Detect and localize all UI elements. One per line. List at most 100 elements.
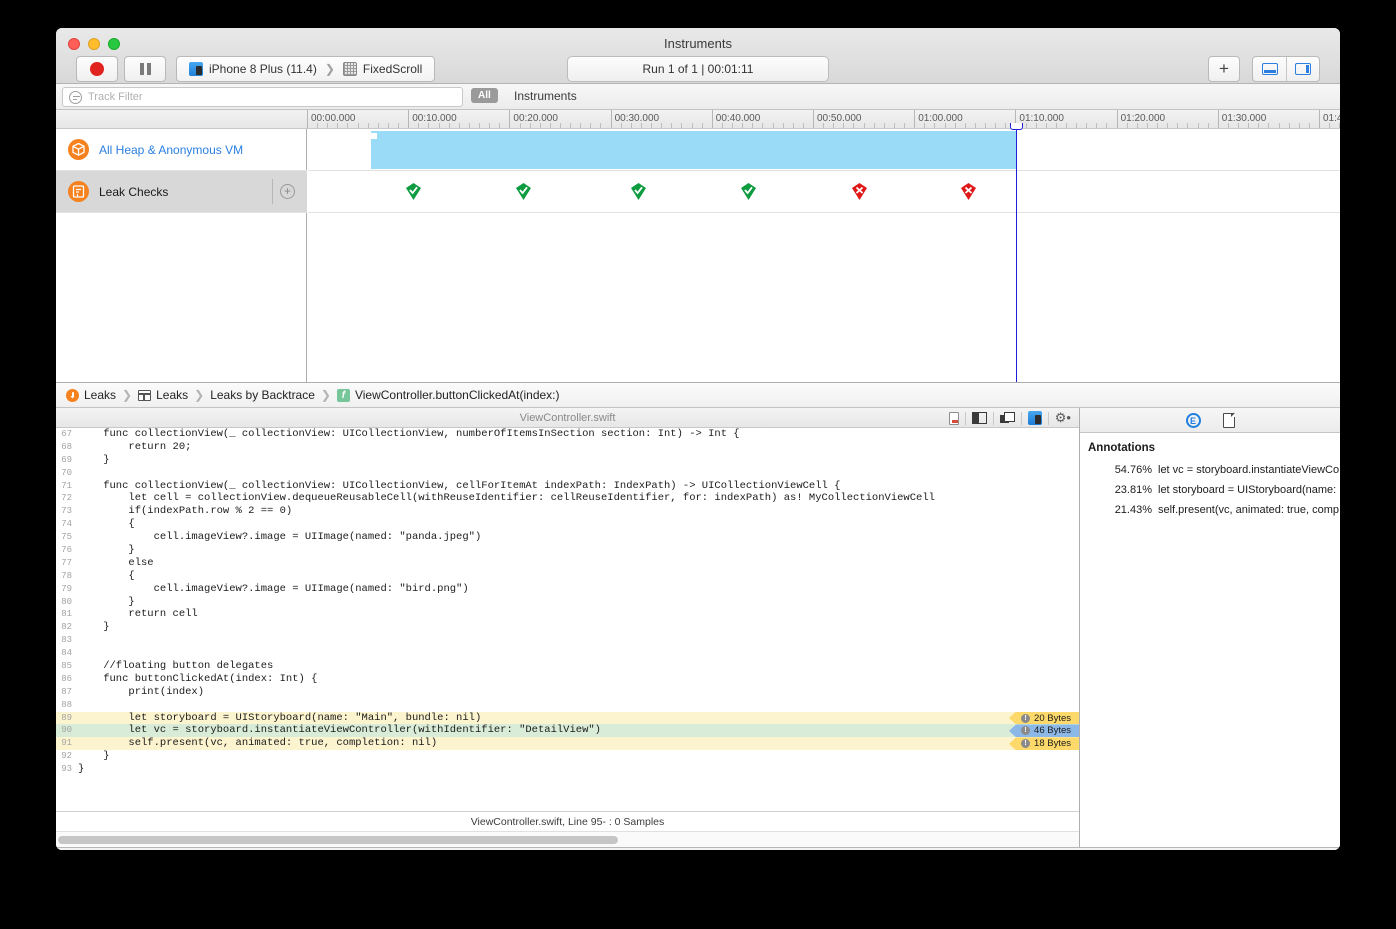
target-icon <box>342 62 357 76</box>
assistant-windows-icon[interactable] <box>999 412 1015 424</box>
ruler-minor-tick <box>630 123 632 128</box>
extended-detail-icon[interactable]: E <box>1185 412 1201 428</box>
record-button[interactable] <box>76 56 118 82</box>
xcode-icon[interactable] <box>1027 411 1042 425</box>
leak-check-fail-icon[interactable] <box>852 183 867 200</box>
ruler-minor-tick <box>418 123 420 128</box>
time-ruler[interactable]: 00:00.000 00:10.000 00:20.000 00:30.000 00:4… <box>56 110 1340 129</box>
breadcrumb-item-leaks[interactable]: Leaks <box>156 388 188 402</box>
doc-icon[interactable] <box>948 411 959 425</box>
inspector-tabs: E <box>1080 408 1340 433</box>
code-line[interactable]: 72 let cell = collectionView.dequeueReus… <box>56 492 1079 505</box>
gear-dropdown-icon[interactable]: ⚙• <box>1055 410 1071 426</box>
playhead-handle[interactable] <box>1010 123 1024 130</box>
console-doc-icon[interactable] <box>1222 412 1235 428</box>
code-line[interactable]: 93} <box>56 763 1079 776</box>
annotation-row[interactable]: 21.43% self.present(vc, animated: true, c… <box>1080 500 1340 520</box>
memory-badge[interactable]: ! 18 Bytes <box>1009 737 1079 751</box>
code-line[interactable]: 73 if(indexPath.row % 2 == 0) <box>56 505 1079 518</box>
ruler-minor-tick <box>1329 123 1331 128</box>
leak-check-pass-icon[interactable] <box>406 183 421 200</box>
breadcrumb-item-leaks-by-backtrace[interactable]: Leaks by Backtrace <box>210 388 315 402</box>
code-line[interactable]: 75 cell.imageView?.image = UIImage(named… <box>56 531 1079 544</box>
ruler-minor-tick <box>995 123 997 128</box>
scrollbar-thumb[interactable] <box>58 836 618 844</box>
lane-all-heap[interactable] <box>308 129 1340 171</box>
code-line[interactable]: 90 let vc = storyboard.instantiateViewCo… <box>56 724 1079 738</box>
annotation-row[interactable]: 54.76% let vc = storyboard.instantiateVie… <box>1080 460 1340 480</box>
ruler-minor-tick <box>1187 123 1189 128</box>
lane-leak-checks[interactable] <box>308 171 1340 213</box>
code-line[interactable]: 71 func collectionView(_ collectionView:… <box>56 480 1079 493</box>
annotation-row[interactable]: 23.81% let storyboard = UIStoryboard(name… <box>1080 480 1340 500</box>
ruler-minor-tick <box>1268 123 1270 128</box>
track-label: All Heap & Anonymous VM <box>99 142 244 157</box>
line-number: 73 <box>61 506 72 517</box>
line-number: 69 <box>61 454 72 465</box>
code-viewer[interactable]: 67 func collectionView(_ collectionView:… <box>56 428 1079 811</box>
all-instruments-pill[interactable]: All <box>471 88 498 103</box>
code-line[interactable]: 84 <box>56 647 1079 660</box>
add-track-button[interactable]: + <box>280 184 295 199</box>
code-line[interactable]: 87 print(index) <box>56 686 1079 699</box>
code-line[interactable]: 78 { <box>56 570 1079 583</box>
split-columns-icon[interactable] <box>971 412 987 424</box>
code-line[interactable]: 74 { <box>56 518 1079 531</box>
breadcrumb-item-function[interactable]: ViewController.buttonClickedAt(index:) <box>355 388 560 402</box>
ruler-minor-tick <box>863 123 865 128</box>
ruler-minor-tick <box>529 123 531 128</box>
leak-check-fail-icon[interactable] <box>961 183 976 200</box>
ruler-minor-tick <box>701 123 703 128</box>
line-number: 77 <box>61 557 72 568</box>
code-line[interactable]: 91 self.present(vc, animated: true, comp… <box>56 737 1079 751</box>
run-status-display[interactable]: Run 1 of 1 | 00:01:11 <box>567 56 829 82</box>
code-line[interactable]: 70 <box>56 467 1079 480</box>
track-filter-input[interactable]: Track Filter <box>62 87 463 107</box>
ruler-minor-tick <box>438 123 440 128</box>
code-line[interactable]: 88 <box>56 699 1079 712</box>
code-line[interactable]: 89 let storyboard = UIStoryboard(name: "… <box>56 711 1079 725</box>
ruler-minor-tick <box>1258 123 1260 128</box>
pause-button[interactable] <box>124 56 166 82</box>
ruler-minor-tick <box>1308 123 1310 128</box>
code-text: let cell = collectionView.dequeueReusabl… <box>78 492 935 505</box>
code-line[interactable]: 76 } <box>56 544 1079 557</box>
ruler-minor-tick <box>499 123 501 128</box>
code-line[interactable]: 77 else <box>56 557 1079 570</box>
code-line[interactable]: 85 //floating button delegates <box>56 660 1079 673</box>
code-line[interactable]: 67 func collectionView(_ collectionView:… <box>56 428 1079 441</box>
horizontal-scrollbar[interactable] <box>56 831 1079 847</box>
code-line[interactable]: 92 } <box>56 750 1079 763</box>
code-line[interactable]: 69 } <box>56 454 1079 467</box>
timeline-empty-area[interactable] <box>308 213 1340 382</box>
device-target-selector[interactable]: iPhone 8 Plus (11.4) ❯ FixedScroll <box>176 56 436 82</box>
ruler-minor-tick <box>468 123 470 128</box>
ruler-minor-tick <box>752 123 754 128</box>
leak-check-pass-icon[interactable] <box>741 183 756 200</box>
line-number: 76 <box>61 545 72 556</box>
code-line[interactable]: 83 <box>56 634 1079 647</box>
track-row-all-heap-and-anonymous-vm[interactable]: All Heap & Anonymous VM <box>56 129 307 171</box>
code-line[interactable]: 82 } <box>56 621 1079 634</box>
leak-check-pass-icon[interactable] <box>516 183 531 200</box>
leak-check-pass-icon[interactable] <box>631 183 646 200</box>
playhead-line[interactable] <box>1016 123 1018 382</box>
code-line[interactable]: 86 func buttonClickedAt(index: Int) { <box>56 673 1079 686</box>
code-text: print(index) <box>78 685 205 698</box>
ruler-minor-tick <box>823 123 825 128</box>
code-line[interactable]: 68 return 20; <box>56 441 1079 454</box>
code-line[interactable]: 81 return cell <box>56 608 1079 621</box>
code-line[interactable]: 80 } <box>56 596 1079 609</box>
line-number: 91 <box>61 738 72 749</box>
toggle-right-panel-button[interactable] <box>1286 57 1319 81</box>
add-instrument-button[interactable]: + <box>1208 56 1240 82</box>
track-row-leak-checks[interactable]: Leak Checks + <box>56 171 307 213</box>
annotation-percent: 54.76% <box>1114 464 1152 476</box>
memory-badge[interactable]: ! 46 Bytes <box>1009 724 1079 738</box>
memory-badge[interactable]: ! 20 Bytes <box>1009 711 1079 725</box>
breadcrumb-item-leaks-instrument[interactable]: Leaks <box>84 388 116 402</box>
toggle-bottom-panel-button[interactable] <box>1253 57 1286 81</box>
ruler-minor-tick <box>802 123 804 128</box>
code-line[interactable]: 79 cell.imageView?.image = UIImage(named… <box>56 583 1079 596</box>
inspector-body: Annotations 54.76% let vc = storyboard.in… <box>1080 433 1340 847</box>
